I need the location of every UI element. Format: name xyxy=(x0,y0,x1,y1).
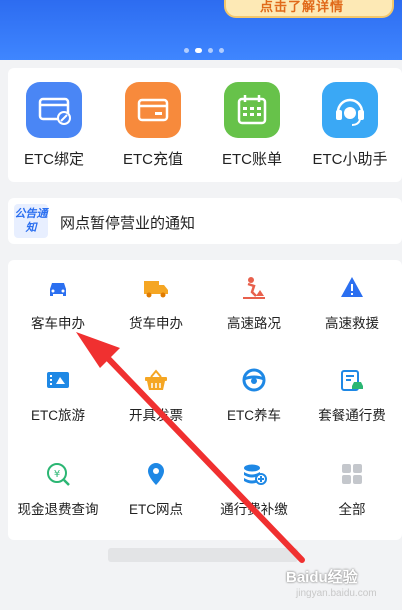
watermark-url: jingyan.baidu.com xyxy=(296,588,377,599)
watermark-logo: Baidu经验 xyxy=(286,569,358,586)
annotation-arrow xyxy=(76,332,305,563)
